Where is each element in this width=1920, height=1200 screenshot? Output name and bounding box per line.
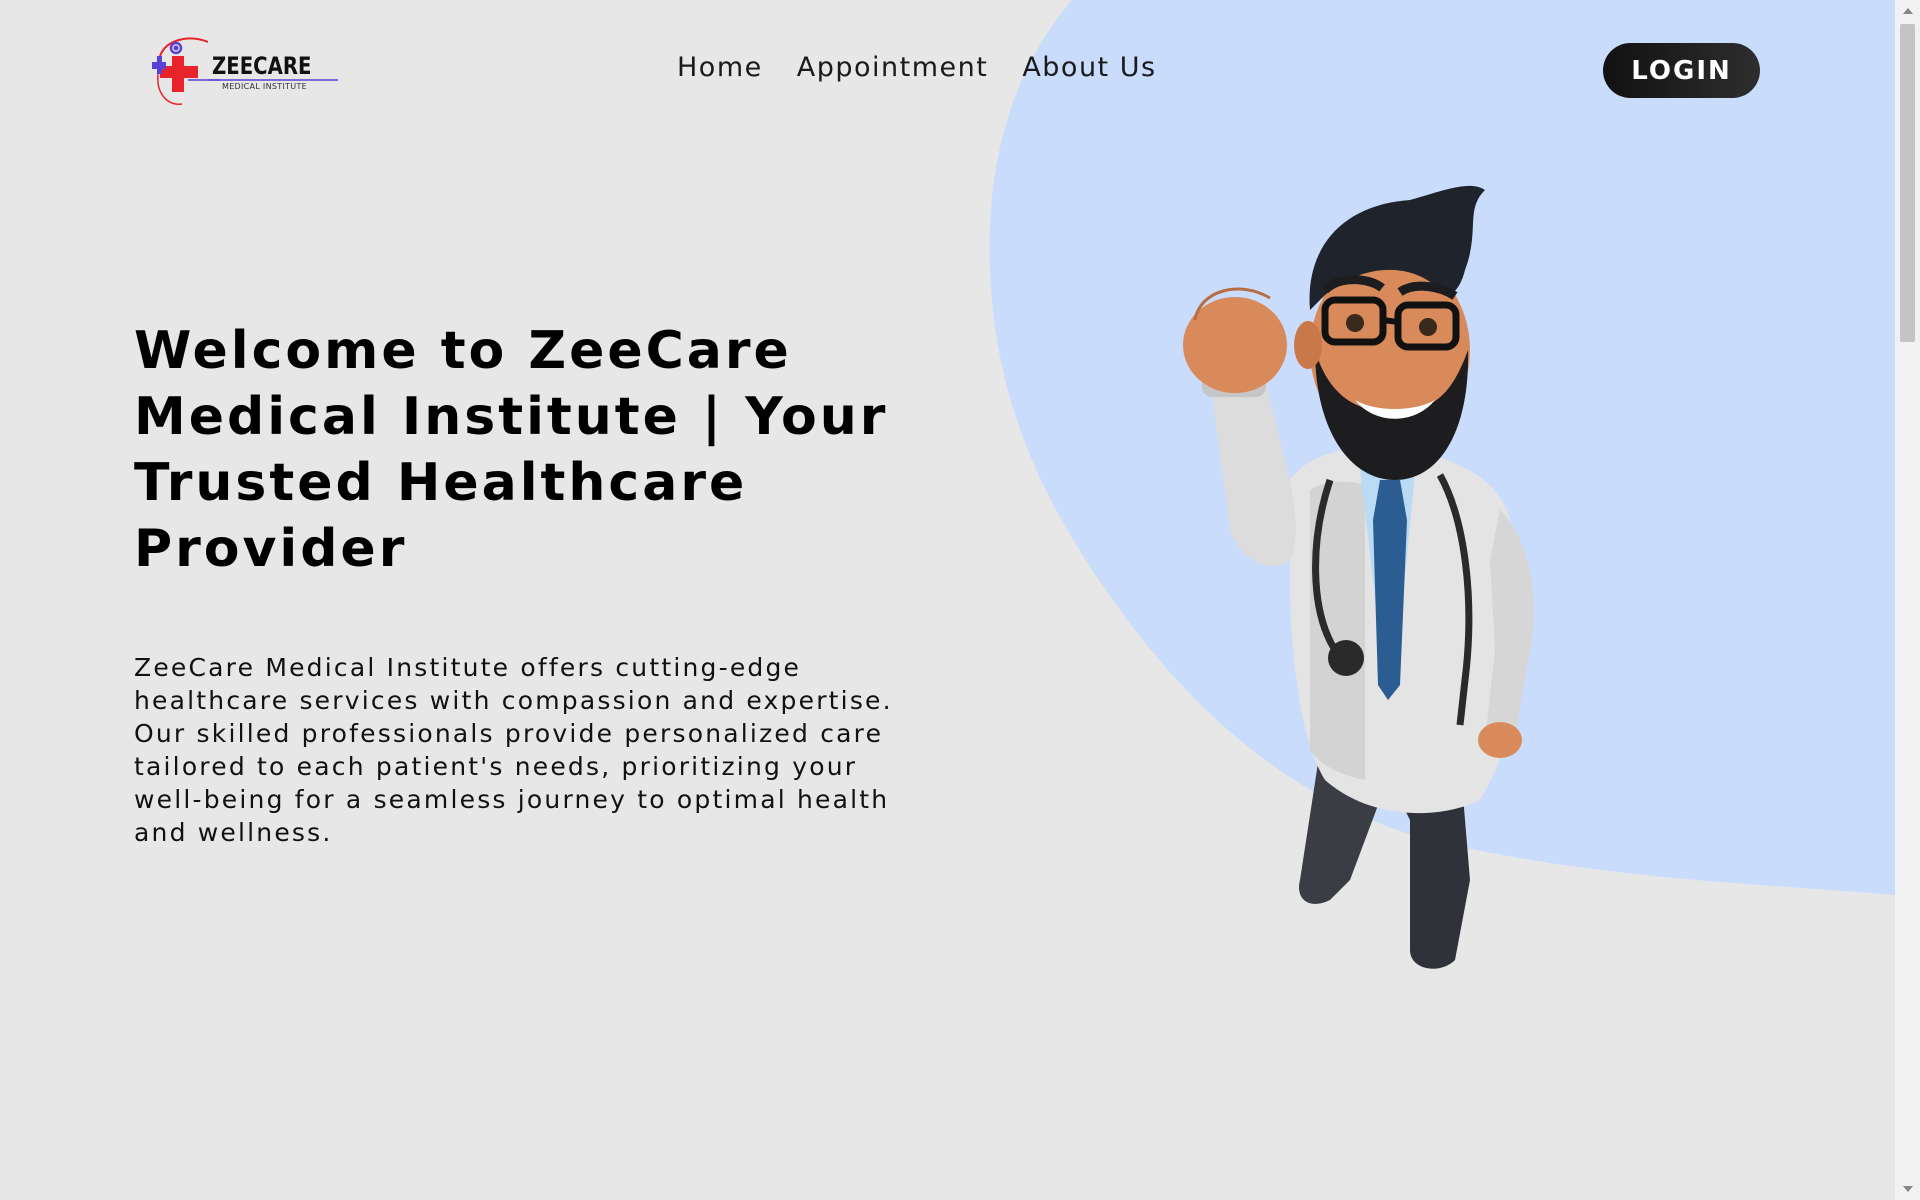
doctor-illustration — [1183, 185, 1534, 969]
page-scrollbar[interactable] — [1895, 0, 1920, 1200]
nav-link-about-us[interactable]: About Us — [1022, 52, 1156, 83]
brand-logo[interactable]: ZEECARE MEDICAL INSTITUTE — [148, 34, 338, 108]
nav-links: Home Appointment About Us — [677, 52, 1157, 83]
login-button[interactable]: LOGIN — [1603, 43, 1760, 98]
nav-link-home[interactable]: Home — [677, 52, 763, 83]
scroll-up-icon[interactable] — [1903, 8, 1913, 14]
hero-description: ZeeCare Medical Institute offers cutting… — [134, 653, 893, 847]
landing-page: ZEECARE MEDICAL INSTITUTE Home Appointme… — [0, 0, 1920, 1200]
navbar: ZEECARE MEDICAL INSTITUTE Home Appointme… — [0, 0, 1895, 140]
brand-name: ZEECARE — [212, 52, 312, 80]
nav-link-appointment[interactable]: Appointment — [797, 52, 989, 83]
scrollbar-thumb[interactable] — [1900, 24, 1915, 342]
hero-title: Welcome to ZeeCare Medical Institute | Y… — [134, 321, 889, 579]
scroll-down-icon[interactable] — [1903, 1186, 1913, 1192]
medical-cross-icon — [152, 37, 220, 105]
brand-subtitle: MEDICAL INSTITUTE — [222, 82, 307, 91]
